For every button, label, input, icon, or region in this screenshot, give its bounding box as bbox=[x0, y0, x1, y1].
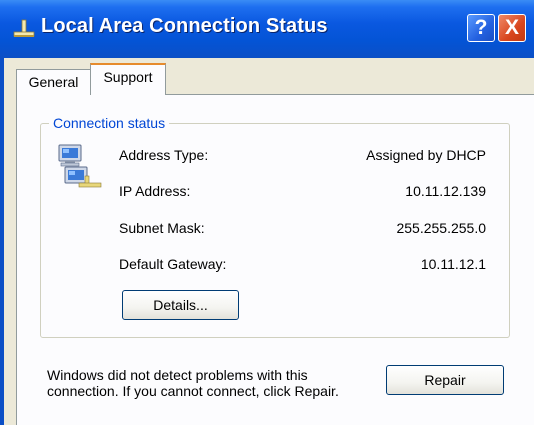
connection-status-legend: Connection status bbox=[49, 115, 170, 131]
details-button[interactable]: Details... bbox=[122, 290, 239, 320]
window-title: Local Area Connection Status bbox=[41, 15, 328, 37]
dialog-window: Local Area Connection Status ? X General… bbox=[0, 0, 534, 425]
ip-address-label: IP Address: bbox=[119, 183, 191, 199]
network-computers-icon bbox=[58, 144, 102, 188]
close-button[interactable]: X bbox=[498, 14, 526, 42]
tab-general[interactable]: General bbox=[16, 69, 91, 95]
default-gateway-label: Default Gateway: bbox=[119, 256, 227, 272]
repair-button[interactable]: Repair bbox=[386, 365, 504, 395]
address-type-value: Assigned by DHCP bbox=[366, 147, 486, 163]
tab-support[interactable]: Support bbox=[90, 63, 166, 95]
subnet-mask-value: 255.255.255.0 bbox=[396, 220, 486, 236]
subnet-mask-label: Subnet Mask: bbox=[119, 220, 205, 236]
title-bar[interactable]: Local Area Connection Status ? X bbox=[0, 0, 534, 58]
address-type-label: Address Type: bbox=[119, 147, 209, 163]
diagnostic-message: Windows did not detect problems with thi… bbox=[47, 367, 339, 399]
network-connection-icon bbox=[13, 19, 35, 37]
default-gateway-value: 10.11.12.1 bbox=[420, 256, 486, 272]
window-left-border bbox=[0, 58, 4, 425]
ip-address-value: 10.11.12.139 bbox=[405, 183, 486, 199]
help-button[interactable]: ? bbox=[467, 14, 495, 42]
